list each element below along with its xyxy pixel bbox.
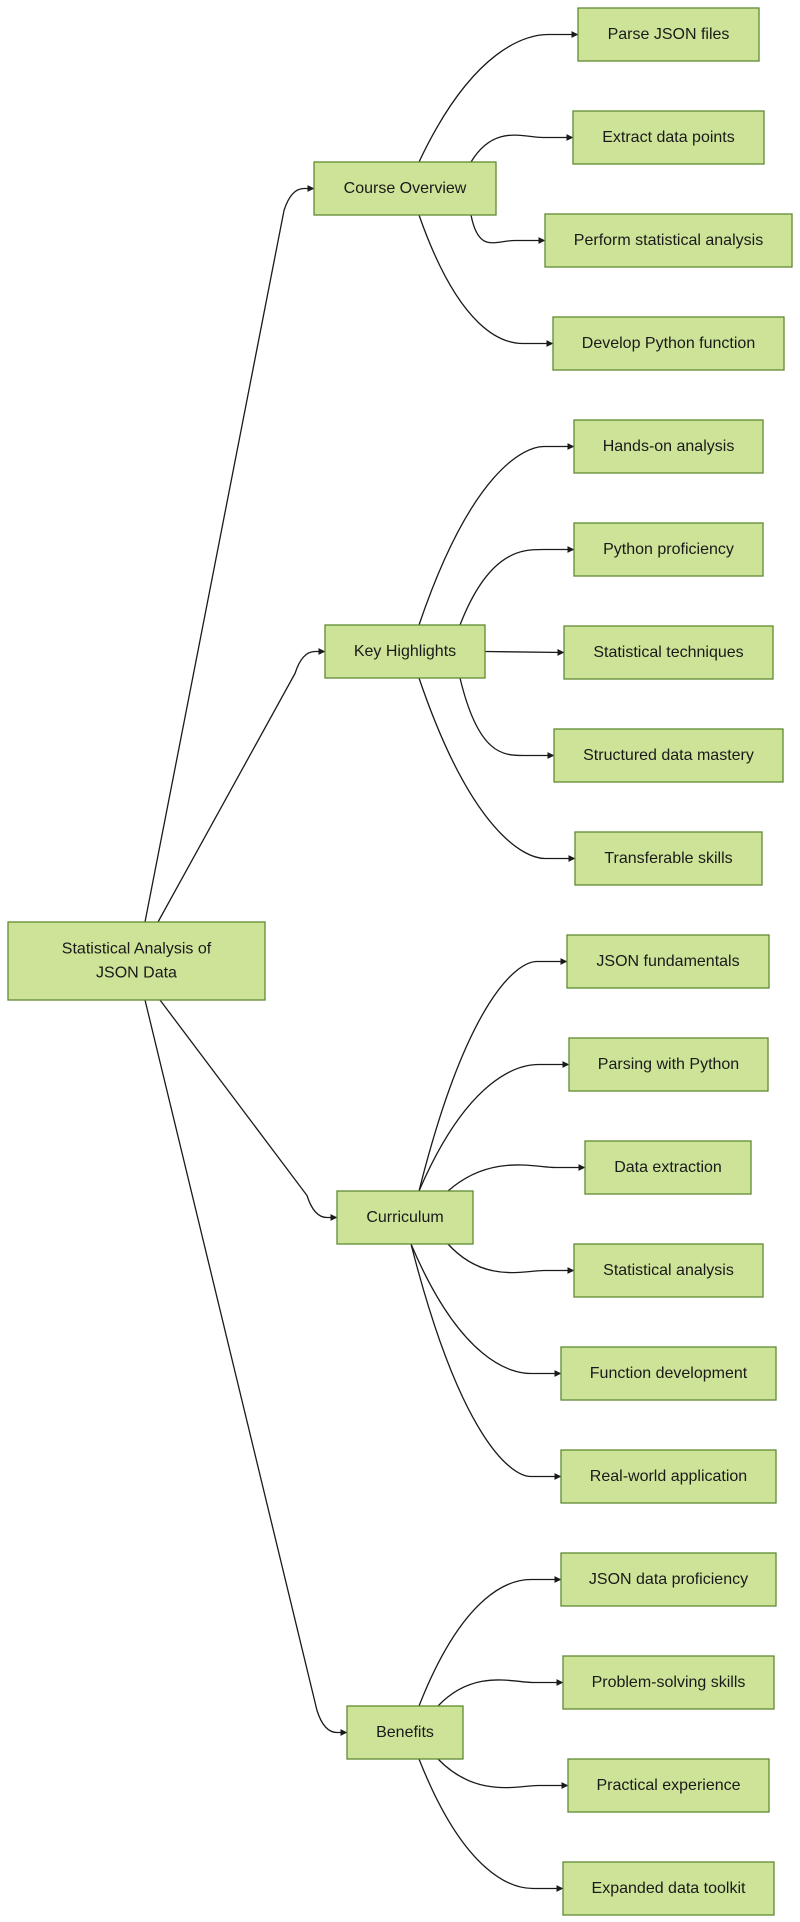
edge-branch-key-highlights-to-leaf-python-proficiency — [459, 546, 575, 626]
leaf-statistical-techniques[interactable]: Statistical techniques — [563, 625, 774, 680]
edge-branch-benefits-to-leaf-json-data-proficiency — [418, 1576, 562, 1707]
leaf-transferable-skills-label: Transferable skills — [604, 850, 732, 867]
root-node-box — [7, 921, 266, 1001]
leaf-hands-on-analysis[interactable]: Hands-on analysis — [573, 419, 764, 474]
edge-branch-curriculum-to-leaf-json-fundamentals — [418, 958, 568, 1192]
edge-branch-course-overview-to-leaf-perform-statistical-analysis — [470, 214, 546, 244]
branch-curriculum[interactable]: Curriculum — [336, 1190, 474, 1245]
mindmap-diagram: Statistical Analysis of JSON Data Course O… — [7, 7, 793, 1916]
edge-branch-course-overview-to-leaf-extract-data-points — [470, 134, 574, 163]
leaf-function-development-label: Function development — [590, 1365, 748, 1382]
branch-course-overview-label: Course Overview — [344, 180, 467, 197]
leaf-perform-statistical-analysis-label: Perform statistical analysis — [574, 232, 763, 249]
leaf-real-world-application-label: Real-world application — [590, 1468, 747, 1485]
edge-branch-benefits-to-leaf-problem-solving-skills — [437, 1679, 564, 1707]
leaf-statistical-techniques-label: Statistical techniques — [593, 644, 743, 661]
leaf-json-data-proficiency-label: JSON data proficiency — [589, 1571, 748, 1588]
leaf-parse-json-files[interactable]: Parse JSON files — [577, 7, 760, 62]
edge-branch-benefits-to-leaf-practical-experience — [437, 1758, 569, 1789]
edge-branch-key-highlights-to-leaf-hands-on-analysis — [418, 443, 575, 626]
leaf-problem-solving-skills[interactable]: Problem-solving skills — [562, 1655, 775, 1710]
leaf-develop-python-function[interactable]: Develop Python function — [552, 316, 785, 371]
leaf-data-extraction-label: Data extraction — [614, 1159, 722, 1176]
leaf-develop-python-function-label: Develop Python function — [582, 335, 755, 352]
edge-root-to-branch-benefits — [144, 999, 348, 1736]
leaf-practical-experience-label: Practical experience — [596, 1777, 740, 1794]
edge-branch-curriculum-to-leaf-function-development — [410, 1243, 562, 1377]
nodes-layer: Statistical Analysis of JSON Data Course O… — [7, 7, 793, 1916]
leaf-perform-statistical-analysis[interactable]: Perform statistical analysis — [544, 213, 793, 268]
leaf-structured-data-mastery-label: Structured data mastery — [583, 747, 754, 764]
leaf-json-fundamentals-label: JSON fundamentals — [596, 953, 739, 970]
root-node[interactable]: Statistical Analysis of JSON Data — [7, 921, 266, 1001]
edge-branch-key-highlights-to-leaf-transferable-skills — [418, 677, 576, 862]
leaf-extract-data-points[interactable]: Extract data points — [572, 110, 765, 165]
leaf-transferable-skills[interactable]: Transferable skills — [574, 831, 763, 886]
leaf-python-proficiency-label: Python proficiency — [603, 541, 734, 558]
edge-branch-curriculum-to-leaf-real-world-application — [410, 1243, 562, 1480]
branch-key-highlights[interactable]: Key Highlights — [324, 624, 486, 679]
leaf-json-data-proficiency[interactable]: JSON data proficiency — [560, 1552, 777, 1607]
branch-benefits[interactable]: Benefits — [346, 1705, 464, 1760]
branch-key-highlights-label: Key Highlights — [354, 643, 456, 660]
leaf-extract-data-points-label: Extract data points — [602, 129, 735, 146]
edge-branch-curriculum-to-leaf-parsing-with-python — [418, 1061, 570, 1192]
leaf-json-fundamentals[interactable]: JSON fundamentals — [566, 934, 770, 989]
leaf-hands-on-analysis-label: Hands-on analysis — [603, 438, 735, 455]
leaf-python-proficiency[interactable]: Python proficiency — [573, 522, 764, 577]
edge-root-to-branch-curriculum — [159, 999, 338, 1221]
edge-branch-curriculum-to-leaf-data-extraction — [447, 1164, 586, 1192]
edge-branch-benefits-to-leaf-expanded-data-toolkit — [418, 1758, 564, 1892]
leaf-practical-experience[interactable]: Practical experience — [567, 1758, 770, 1813]
edge-branch-key-highlights-to-leaf-statistical-techniques — [484, 648, 565, 656]
edge-root-to-branch-course-overview — [144, 185, 315, 923]
leaf-function-development[interactable]: Function development — [560, 1346, 777, 1401]
edge-branch-key-highlights-to-leaf-structured-data-mastery — [459, 677, 555, 759]
leaf-data-extraction[interactable]: Data extraction — [584, 1140, 752, 1195]
leaf-statistical-analysis[interactable]: Statistical analysis — [573, 1243, 764, 1298]
leaf-real-world-application[interactable]: Real-world application — [560, 1449, 777, 1504]
leaf-expanded-data-toolkit[interactable]: Expanded data toolkit — [562, 1861, 775, 1916]
leaf-structured-data-mastery[interactable]: Structured data mastery — [553, 728, 784, 783]
root-node-label: JSON Data — [96, 965, 177, 982]
leaf-statistical-analysis-label: Statistical analysis — [603, 1262, 734, 1279]
branch-benefits-label: Benefits — [376, 1724, 434, 1741]
edge-branch-course-overview-to-leaf-develop-python-function — [418, 214, 554, 347]
leaf-parsing-with-python[interactable]: Parsing with Python — [568, 1037, 769, 1092]
branch-curriculum-label: Curriculum — [366, 1209, 443, 1226]
edge-branch-course-overview-to-leaf-parse-json-files — [418, 31, 579, 163]
leaf-expanded-data-toolkit-label: Expanded data toolkit — [592, 1880, 746, 1897]
root-node-label: Statistical Analysis of — [62, 941, 212, 958]
edge-root-to-branch-key-highlights — [157, 648, 326, 923]
leaf-parsing-with-python-label: Parsing with Python — [598, 1056, 739, 1073]
branch-course-overview[interactable]: Course Overview — [313, 161, 497, 216]
edge-branch-curriculum-to-leaf-statistical-analysis — [447, 1243, 575, 1274]
leaf-parse-json-files-label: Parse JSON files — [608, 26, 730, 43]
leaf-problem-solving-skills-label: Problem-solving skills — [592, 1674, 746, 1691]
